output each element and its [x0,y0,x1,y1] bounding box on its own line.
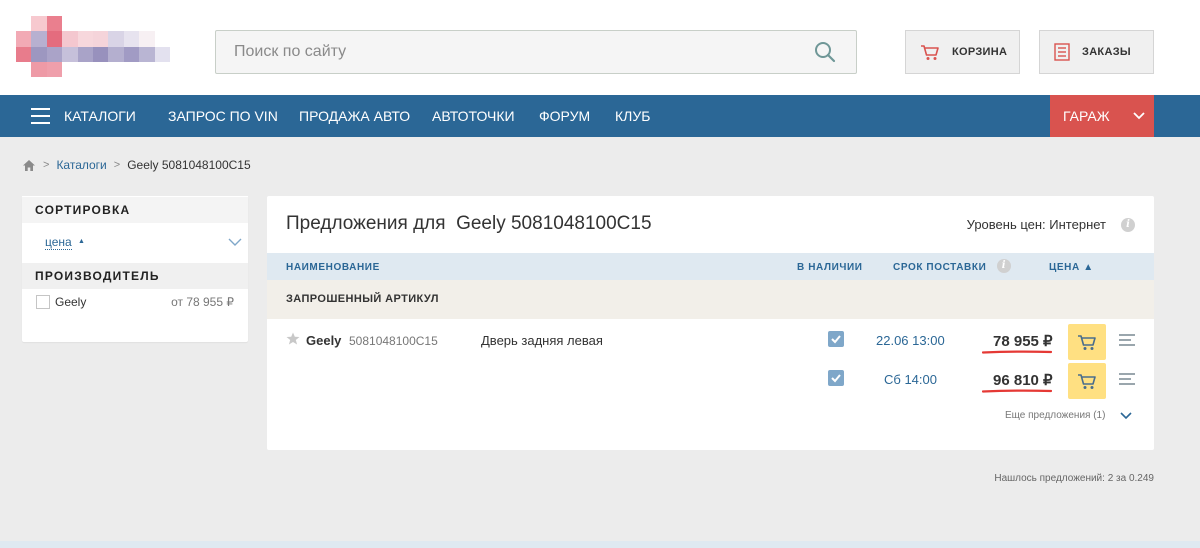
list-icon [1054,43,1070,61]
cart-icon [1078,373,1096,389]
cart-button-label: КОРЗИНА [952,46,1008,58]
nav-item-catalogs[interactable]: КАТАЛОГИ [64,95,136,137]
nav-item-vin-request[interactable]: ЗАПРОС ПО VIN [168,95,278,137]
group-header: ЗАПРОШЕННЫЙ АРТИКУЛ [267,280,1154,319]
price-underline [982,350,1052,354]
chevron-down-icon[interactable] [1120,412,1132,420]
column-stock[interactable]: В НАЛИЧИИ [797,262,863,273]
garage-label: ГАРАЖ [1063,108,1110,124]
sort-select[interactable]: цена ▲ [22,223,248,262]
breadcrumb-separator: > [113,159,121,171]
table-header: НАИМЕНОВАНИЕ В НАЛИЧИИ СРОК ПОСТАВКИ i Ц… [267,253,1154,280]
sort-value[interactable]: цена [45,235,72,250]
in-stock-checkmark-icon [828,331,844,347]
home-icon[interactable] [22,159,36,172]
maker-filter-item[interactable]: Geely от 78 955 ₽ [22,292,248,314]
add-to-cart-button[interactable] [1068,324,1106,360]
maker-min-price: от 78 955 ₽ [171,295,234,309]
chevron-down-icon[interactable] [228,237,242,247]
offer-delivery: Сб 14:00 [884,372,937,387]
column-delivery[interactable]: СРОК ПОСТАВКИ [893,262,986,273]
table-row: Geely 5081048100C15 Дверь задняя левая 2… [267,322,1154,362]
breadcrumb-current: Geely 5081048100C15 [127,158,251,172]
search-box [215,30,857,74]
logo[interactable] [16,16,170,77]
orders-button-label: ЗАКАЗЫ [1082,46,1131,58]
offer-price: 96 810 ₽ [993,372,1053,389]
breadcrumb: > Каталоги > Geely 5081048100C15 [22,156,251,174]
main-nav: КАТАЛОГИ ЗАПРОС ПО VIN ПРОДАЖА АВТО АВТО… [0,95,1200,137]
offers-panel: Предложения для Geely 5081048100C15 Уров… [267,196,1154,450]
filter-sidebar: СОРТИРОВКА цена ▲ ПРОИЗВОДИТЕЛЬ Geely от… [22,196,248,342]
maker-checkbox[interactable] [36,295,50,309]
star-icon[interactable] [286,332,300,345]
column-price[interactable]: ЦЕНА ▲ [1049,262,1094,273]
info-icon[interactable]: i [997,259,1011,273]
sort-heading: СОРТИРОВКА [22,196,248,223]
more-offers-link[interactable]: Еще предложения (1) [1005,410,1105,421]
price-level: Уровень цен: Интернет [966,217,1106,232]
column-name[interactable]: НАИМЕНОВАНИЕ [286,262,380,273]
offer-article: 5081048100C15 [349,334,438,348]
sort-asc-icon: ▲ [78,238,85,245]
info-icon[interactable]: i [1121,218,1135,232]
nav-item-club[interactable]: КЛУБ [615,95,650,137]
cart-icon [1078,334,1096,350]
offer-description: Дверь задняя левая [481,333,603,348]
price-underline [982,389,1052,393]
add-to-cart-button[interactable] [1068,363,1106,399]
chevron-down-icon [1133,112,1145,120]
cart-icon [921,44,939,60]
garage-button[interactable]: ГАРАЖ [1050,95,1154,137]
search-icon[interactable] [814,41,836,63]
cart-button[interactable]: КОРЗИНА [905,30,1020,74]
offer-price: 78 955 ₽ [993,333,1053,350]
offer-brand: Geely [306,333,342,348]
maker-name: Geely [55,295,87,309]
nav-item-autopoints[interactable]: АВТОТОЧКИ [432,95,515,137]
search-input[interactable] [216,31,796,73]
results-summary: Нашлось предложений: 2 за 0.249 [994,473,1154,484]
burger-menu-icon[interactable] [31,108,50,124]
table-row: Сб 14:00 96 810 ₽ [267,361,1154,401]
nav-item-car-sale[interactable]: ПРОДАЖА АВТО [299,95,410,137]
footer-strip [0,541,1200,548]
header: КОРЗИНА ЗАКАЗЫ [0,0,1200,95]
breadcrumb-link-catalogs[interactable]: Каталоги [56,158,106,172]
nav-item-forum[interactable]: ФОРУМ [539,95,590,137]
orders-button[interactable]: ЗАКАЗЫ [1039,30,1154,74]
details-menu-icon[interactable] [1119,373,1135,388]
details-menu-icon[interactable] [1119,334,1135,349]
group-title: ЗАПРОШЕННЫЙ АРТИКУЛ [286,293,439,305]
in-stock-checkmark-icon [828,370,844,386]
maker-heading: ПРОИЗВОДИТЕЛЬ [22,262,248,289]
offer-delivery: 22.06 13:00 [876,333,945,348]
breadcrumb-separator: > [43,159,50,171]
page-title: Предложения для Geely 5081048100C15 [286,213,652,234]
